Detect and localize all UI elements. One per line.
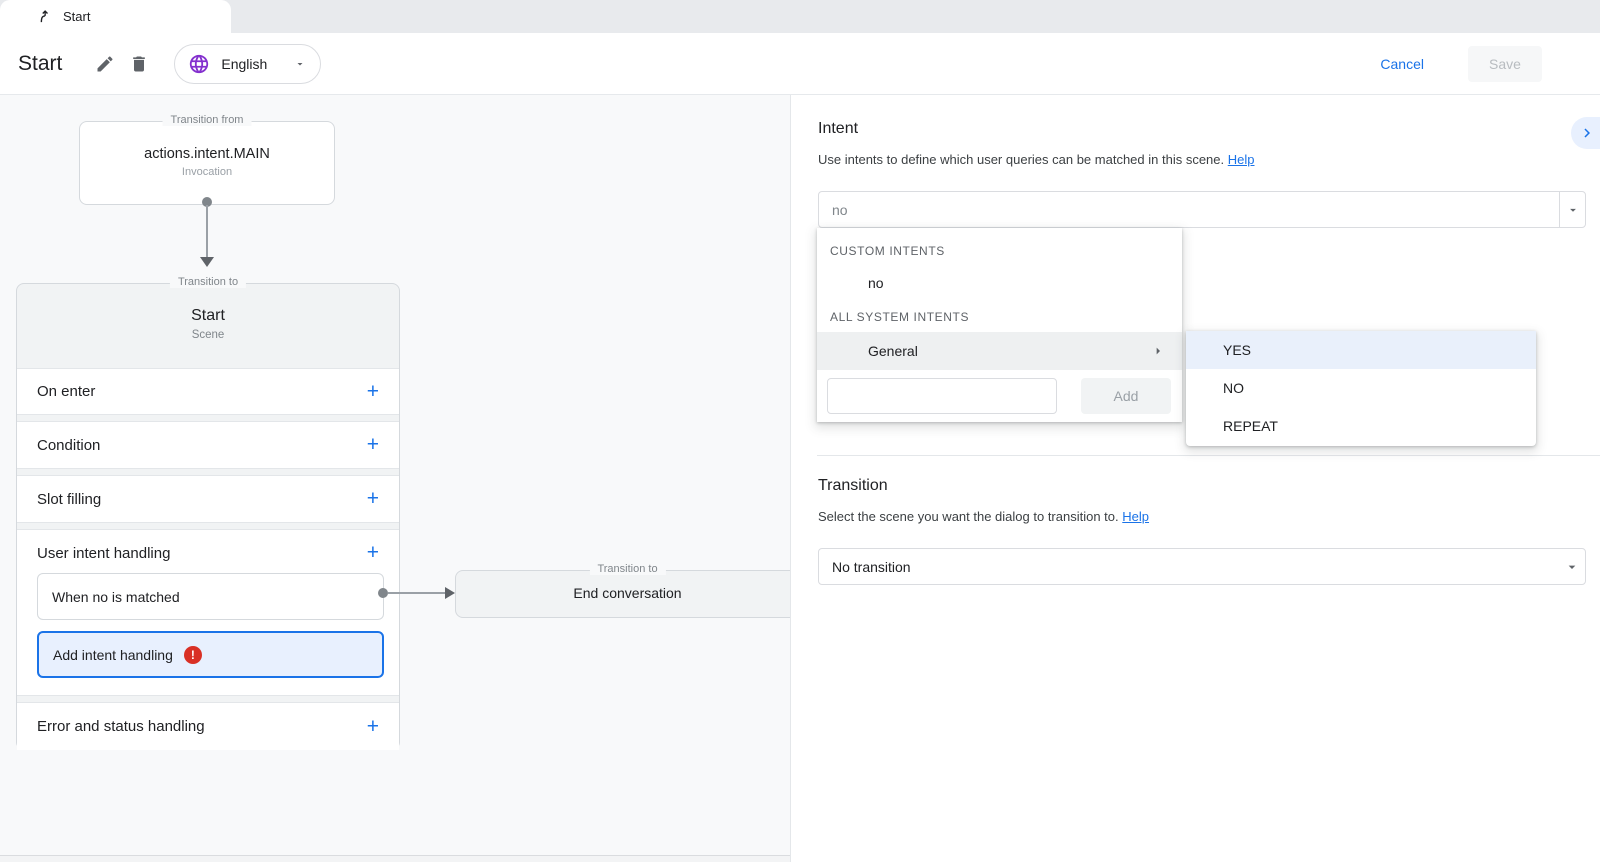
section-error-handling: Error and status handling + — [17, 702, 399, 750]
save-button[interactable]: Save — [1468, 46, 1542, 82]
chevron-down-icon — [294, 58, 306, 70]
add-intent-button[interactable]: + — [367, 543, 379, 563]
from-intent-name: actions.intent.MAIN — [80, 146, 334, 162]
globe-icon — [188, 53, 210, 75]
section-condition: Condition + — [17, 421, 399, 469]
collapse-panel-button[interactable] — [1571, 117, 1600, 149]
cancel-button[interactable]: Cancel — [1380, 56, 1424, 72]
add-on-enter-button[interactable]: + — [367, 382, 379, 402]
section-slot-filling: Slot filling + — [17, 475, 399, 523]
delete-button[interactable] — [122, 47, 156, 81]
edit-button[interactable] — [88, 47, 122, 81]
custom-intents-header: CUSTOM INTENTS — [830, 244, 945, 258]
chevron-down-icon — [1564, 559, 1580, 575]
scene-header[interactable]: Start Scene — [17, 284, 399, 367]
intent-select-caret[interactable] — [1559, 192, 1585, 227]
dropdown-item-no[interactable]: no — [817, 266, 1182, 300]
pencil-icon — [95, 54, 115, 74]
transition-select-caret[interactable] — [1564, 559, 1580, 575]
error-icon: ! — [184, 646, 202, 664]
connector-dot — [378, 588, 388, 598]
add-error-handler-button[interactable]: + — [367, 717, 379, 737]
section-divider — [817, 455, 1600, 456]
intent-select-value: no — [819, 202, 848, 218]
section-label: On enter — [37, 383, 95, 400]
transition-help-link[interactable]: Help — [1122, 509, 1149, 524]
tab-bar: Start — [0, 0, 1600, 33]
dropdown-item-general[interactable]: General — [817, 332, 1182, 370]
language-selector[interactable]: English — [174, 44, 321, 84]
transition-to-legend: Transition to — [589, 563, 665, 575]
section-label: Condition — [37, 437, 100, 454]
intent-heading: Intent — [818, 120, 858, 138]
arrow-right-head — [445, 587, 455, 599]
transition-select[interactable]: No transition — [818, 548, 1586, 585]
section-label: User intent handling — [37, 545, 170, 562]
add-slot-button[interactable]: + — [367, 489, 379, 509]
from-intent-type: Invocation — [80, 166, 334, 178]
intent-select[interactable]: no — [818, 191, 1586, 228]
tab-label: Start — [63, 9, 90, 24]
end-conversation-node[interactable]: Transition to End conversation — [455, 570, 791, 618]
scene-canvas: Transition from actions.intent.MAIN Invo… — [0, 95, 791, 862]
add-intent-confirm-button[interactable]: Add — [1081, 378, 1171, 414]
page-title: Start — [18, 52, 62, 76]
submenu-item-no[interactable]: NO — [1186, 369, 1536, 407]
section-on-enter: On enter + — [17, 368, 399, 415]
scene-icon — [37, 9, 52, 24]
tab-start[interactable]: Start — [0, 0, 231, 33]
user-intent-header: User intent handling + — [17, 530, 399, 563]
intent-handler-card[interactable]: When no is matched — [37, 573, 384, 620]
add-intent-handling-card[interactable]: Add intent handling ! — [37, 631, 384, 678]
detail-panel: Intent Use intents to define which user … — [791, 95, 1600, 862]
general-label: General — [868, 343, 918, 359]
chevron-down-icon — [1566, 203, 1580, 217]
connector-line-horizontal — [388, 592, 446, 594]
toolbar: Start English Cancel Save — [0, 33, 1600, 95]
trash-icon — [129, 54, 149, 74]
general-intents-submenu: YES NO REPEAT — [1186, 331, 1536, 446]
section-label: Slot filling — [37, 491, 101, 508]
submenu-item-repeat[interactable]: REPEAT — [1186, 407, 1536, 445]
new-intent-input[interactable] — [827, 378, 1057, 414]
app-root: Start Start English Cancel Save — [0, 0, 1600, 862]
chevron-right-icon — [1578, 124, 1596, 142]
add-intent-handling-label: Add intent handling — [53, 647, 173, 663]
add-condition-button[interactable]: + — [367, 435, 379, 455]
section-user-intent-handling: User intent handling + When no is matche… — [17, 529, 399, 696]
intent-description: Use intents to define which user queries… — [818, 152, 1255, 167]
transition-select-value: No transition — [819, 559, 911, 575]
scene-type: Scene — [17, 329, 399, 341]
submenu-item-yes[interactable]: YES — [1186, 331, 1536, 369]
transition-from-node[interactable]: Transition from actions.intent.MAIN Invo… — [79, 121, 335, 205]
transition-heading: Transition — [818, 477, 888, 495]
language-label: English — [221, 56, 267, 72]
transition-description: Select the scene you want the dialog to … — [818, 509, 1149, 524]
scene-title: Start — [17, 307, 399, 325]
connector-line-vertical — [206, 205, 208, 257]
end-conversation-label: End conversation — [456, 585, 791, 601]
transition-from-legend: Transition from — [163, 114, 252, 126]
submenu-arrow-icon — [1150, 343, 1166, 359]
arrow-down-head — [200, 257, 214, 267]
section-label: Error and status handling — [37, 718, 205, 735]
system-intents-header: ALL SYSTEM INTENTS — [830, 310, 969, 324]
intent-dropdown-menu: CUSTOM INTENTS no ALL SYSTEM INTENTS Gen… — [817, 228, 1182, 422]
scene-node: Transition to Start Scene On enter + Con… — [16, 283, 400, 750]
horizontal-scrollbar-track[interactable] — [0, 855, 791, 862]
intent-help-link[interactable]: Help — [1228, 152, 1255, 167]
